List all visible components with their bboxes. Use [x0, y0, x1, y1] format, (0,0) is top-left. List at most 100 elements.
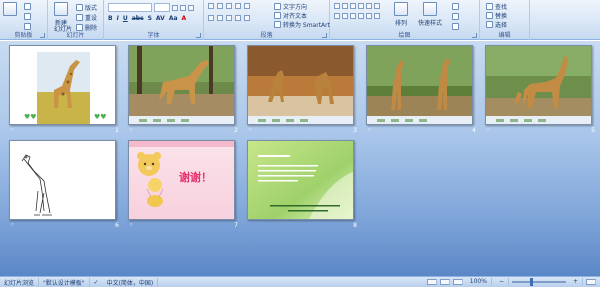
- align-text-icon: [274, 12, 281, 19]
- shape-more-icon[interactable]: [374, 13, 380, 19]
- decrease-indent-icon[interactable]: [226, 3, 232, 9]
- line-spacing-icon[interactable]: [244, 3, 250, 9]
- slides-group: 新建 幻灯片 版式 重设 删除 幻灯片: [48, 0, 104, 40]
- slide-3-transition: ☆: [248, 127, 253, 133]
- shapes-gallery-row-2[interactable]: [334, 13, 380, 19]
- clear-format-icon[interactable]: [188, 4, 194, 11]
- smartart-button[interactable]: 转换为 SmartArt: [274, 20, 330, 29]
- italic-button[interactable]: I: [117, 15, 119, 22]
- shadow-button[interactable]: S: [148, 15, 152, 22]
- drawing-launcher[interactable]: [472, 33, 477, 38]
- zoom-in-icon[interactable]: +: [569, 278, 583, 285]
- cut-button[interactable]: [24, 3, 31, 10]
- slide-thumbnail-4[interactable]: [366, 45, 473, 125]
- slide-thumbnail-1[interactable]: ♥♥ ♥♥: [9, 45, 116, 125]
- reset-button[interactable]: 重设: [76, 13, 97, 22]
- slide-thumbnail-5[interactable]: [485, 45, 592, 125]
- sorter-view-icon[interactable]: [439, 278, 450, 285]
- shape-triangle-icon[interactable]: [374, 3, 380, 9]
- replace-button[interactable]: 替换: [486, 11, 507, 20]
- shape-arrow-icon[interactable]: [342, 3, 348, 9]
- text-direction-button[interactable]: 文字方向: [274, 2, 307, 11]
- slide-number-6: 6: [115, 222, 119, 229]
- shape-bracket-icon[interactable]: [334, 13, 340, 19]
- shape-brace-icon[interactable]: [350, 13, 356, 19]
- slide-number-8: 8: [353, 222, 357, 229]
- fill-icon: [452, 3, 459, 10]
- format-painter-button[interactable]: [24, 23, 31, 30]
- align-left-icon[interactable]: [208, 15, 214, 21]
- shape-fill-button[interactable]: [452, 3, 459, 10]
- slide-thumbnail-8[interactable]: [247, 140, 354, 220]
- slide-1-transition: ☆: [10, 127, 15, 133]
- clipboard-launcher[interactable]: [40, 33, 45, 38]
- find-icon: [486, 3, 493, 10]
- select-button[interactable]: 选择: [486, 20, 507, 29]
- numbering-icon[interactable]: [217, 3, 223, 9]
- editing-label: 编辑: [498, 32, 511, 39]
- font-size-input[interactable]: [154, 3, 170, 12]
- grow-font-icon[interactable]: [172, 4, 178, 11]
- shape-outline-button[interactable]: [452, 13, 459, 20]
- underline-button[interactable]: U: [123, 15, 128, 22]
- shape-oval-icon[interactable]: [358, 3, 364, 9]
- copy-button[interactable]: [24, 13, 31, 20]
- bullets-icon[interactable]: [208, 3, 214, 9]
- spellcheck-icon[interactable]: ✓: [90, 279, 103, 286]
- increase-indent-icon[interactable]: [235, 3, 241, 9]
- zoom-out-icon[interactable]: −: [495, 278, 509, 285]
- find-label: 查找: [495, 4, 508, 11]
- slide-thumbnail-2[interactable]: [128, 45, 235, 125]
- layout-button[interactable]: 版式: [76, 3, 97, 12]
- find-button[interactable]: 查找: [486, 2, 507, 11]
- shape-star-icon[interactable]: [342, 13, 348, 19]
- slide-thumbnail-3[interactable]: [247, 45, 354, 125]
- font-name-input[interactable]: [108, 3, 152, 12]
- columns-icon[interactable]: [244, 15, 250, 21]
- slide-2-art: [129, 46, 234, 124]
- shape-rect-icon[interactable]: [350, 3, 356, 9]
- slide-2-transition: ☆: [129, 127, 134, 133]
- slide-number-7: 7: [234, 222, 238, 229]
- shrink-font-icon[interactable]: [180, 4, 186, 11]
- paragraph-launcher[interactable]: [322, 33, 327, 38]
- new-slide-icon: [54, 2, 68, 16]
- slideshow-view-icon[interactable]: [452, 278, 463, 285]
- slide-5-art: [486, 46, 591, 124]
- shape-line-icon[interactable]: [334, 3, 340, 9]
- font-launcher[interactable]: [196, 33, 201, 38]
- slide-sorter[interactable]: ♥♥ ♥♥ 1 ☆ 2 ☆ 3 ☆ 4 ☆ 5 ☆ 6 ☆ 谢谢！ 7 ☆ 8: [0, 41, 600, 276]
- shape-textbox-icon[interactable]: [366, 3, 372, 9]
- shape-curve-icon[interactable]: [358, 13, 364, 19]
- shape-callout-icon[interactable]: [366, 13, 372, 19]
- slide-thumbnail-7[interactable]: 谢谢！: [128, 140, 235, 220]
- shapes-gallery[interactable]: [334, 3, 380, 9]
- strikethrough-button[interactable]: abc: [132, 15, 144, 22]
- zoom-slider[interactable]: [511, 277, 566, 286]
- change-case-button[interactable]: Aa: [169, 15, 178, 22]
- align-text-button[interactable]: 对齐文本: [274, 11, 307, 20]
- zoom-slider-thumb[interactable]: [529, 277, 533, 286]
- paste-button[interactable]: [3, 2, 17, 16]
- font-label: 字体: [147, 32, 160, 39]
- align-right-icon[interactable]: [226, 15, 232, 21]
- view-status: 幻灯片浏览: [0, 277, 40, 287]
- align-center-icon[interactable]: [217, 15, 223, 21]
- font-color-button[interactable]: A: [182, 15, 187, 22]
- normal-view-icon[interactable]: [426, 278, 437, 285]
- quick-styles-button[interactable]: 快速样式: [418, 2, 442, 27]
- slide-7-transition: ☆: [129, 222, 134, 228]
- bold-button[interactable]: B: [108, 15, 113, 22]
- arrange-button[interactable]: 排列: [394, 2, 408, 27]
- font-inputs: [108, 3, 194, 12]
- slide-thumbnail-6[interactable]: [9, 140, 116, 220]
- zoom-level[interactable]: 100%: [466, 278, 492, 285]
- shape-effects-button[interactable]: [452, 23, 459, 30]
- spacing-button[interactable]: AV: [156, 15, 165, 22]
- fit-window-icon[interactable]: [586, 278, 596, 285]
- align-text-label: 对齐文本: [283, 13, 308, 20]
- paragraph-row-2: [208, 15, 250, 21]
- slide-number-4: 4: [472, 127, 476, 134]
- justify-icon[interactable]: [235, 15, 241, 21]
- slides-label: 幻灯片: [66, 32, 85, 39]
